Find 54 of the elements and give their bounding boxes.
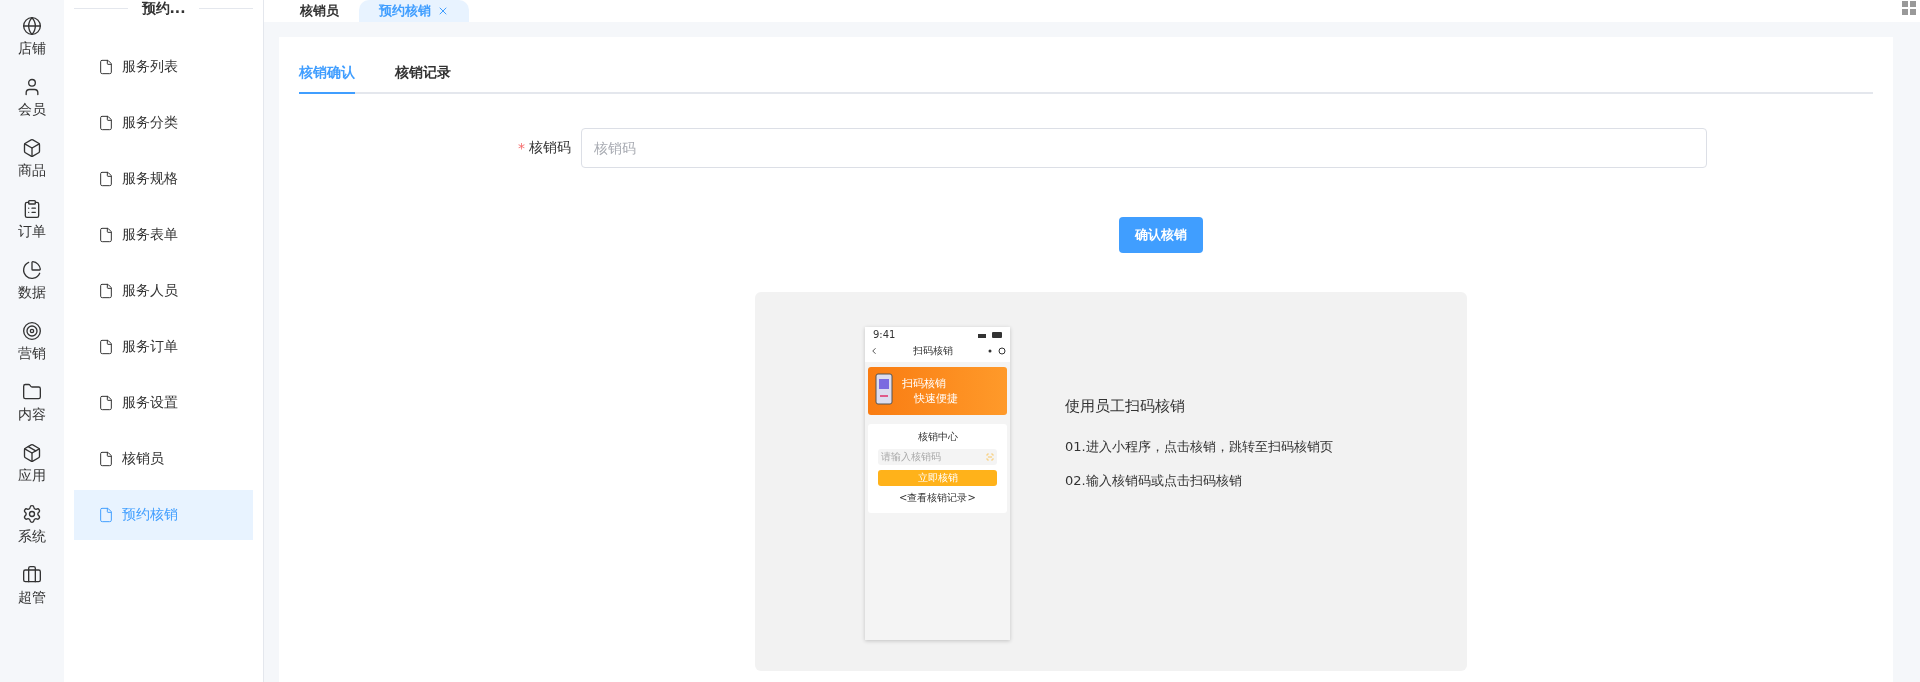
phone-card-title: 核销中心: [917, 430, 958, 444]
status-icons-icon: [978, 331, 1002, 338]
nav-item[interactable]: 内容: [18, 382, 46, 424]
document-icon: [98, 507, 114, 523]
document-icon: [98, 395, 114, 411]
nav-item[interactable]: 应用: [18, 443, 46, 485]
nav-item[interactable]: 数据: [18, 260, 46, 302]
pie-chart-icon: [22, 260, 42, 280]
required-mark: *: [518, 140, 525, 156]
folder-icon: [22, 382, 42, 402]
document-icon: [98, 339, 114, 355]
cube-icon: [22, 138, 42, 158]
phone-title: 扫码核销: [912, 344, 953, 358]
nav-item[interactable]: 超管: [18, 565, 46, 607]
cube-icon: [22, 443, 42, 463]
document-icon: [98, 451, 114, 467]
status-time: 9:41: [873, 329, 896, 340]
capsule-icon: [986, 347, 1006, 355]
nav-item[interactable]: 订单: [18, 199, 46, 241]
menu-item[interactable]: 服务订单: [74, 322, 253, 372]
document-icon: [98, 283, 114, 299]
nav-item[interactable]: 系统: [18, 504, 46, 546]
settings-icon: [22, 504, 42, 524]
nav-item[interactable]: 店铺: [18, 16, 46, 58]
menu-item[interactable]: 服务表单: [74, 210, 253, 260]
clipboard-icon: [22, 199, 42, 219]
banner-text: 快速便捷: [914, 391, 958, 406]
scan-icon: [986, 453, 994, 461]
input-field[interactable]: 核销码: [581, 128, 1707, 168]
menu-item[interactable]: 服务分类: [74, 98, 253, 148]
menu-title: 预约...: [141, 0, 186, 16]
document-icon: [98, 59, 114, 75]
menu-item[interactable]: 服务规格: [74, 154, 253, 204]
back-icon: [869, 346, 879, 356]
menu-item[interactable]: 服务设置: [74, 378, 253, 428]
nav-item[interactable]: 商品: [18, 138, 46, 180]
banner-text: 扫码核销: [902, 376, 947, 391]
guide-step: 01.进入小程序，点击核销，跳转至扫码核销页: [1065, 438, 1333, 456]
content-tab[interactable]: 核销记录: [395, 57, 451, 94]
toolbox-icon: [22, 565, 42, 585]
menu-item[interactable]: 服务列表: [74, 42, 253, 92]
menu-item[interactable]: 核销员: [74, 434, 253, 484]
document-icon: [98, 115, 114, 131]
nav-item[interactable]: 营销: [18, 321, 46, 363]
close-icon[interactable]: [437, 5, 449, 17]
document-icon: [98, 227, 114, 243]
nav-item[interactable]: 会员: [18, 77, 46, 119]
menu-item[interactable]: 服务人员: [74, 266, 253, 316]
field-label: 核销码: [529, 139, 571, 157]
document-icon: [98, 171, 114, 187]
guide-heading: 使用员工扫码核销: [1065, 397, 1186, 416]
guide-step: 02.输入核销码或点击扫码核销: [1065, 472, 1333, 490]
target-icon: [22, 321, 42, 341]
globe-icon: [22, 16, 42, 36]
